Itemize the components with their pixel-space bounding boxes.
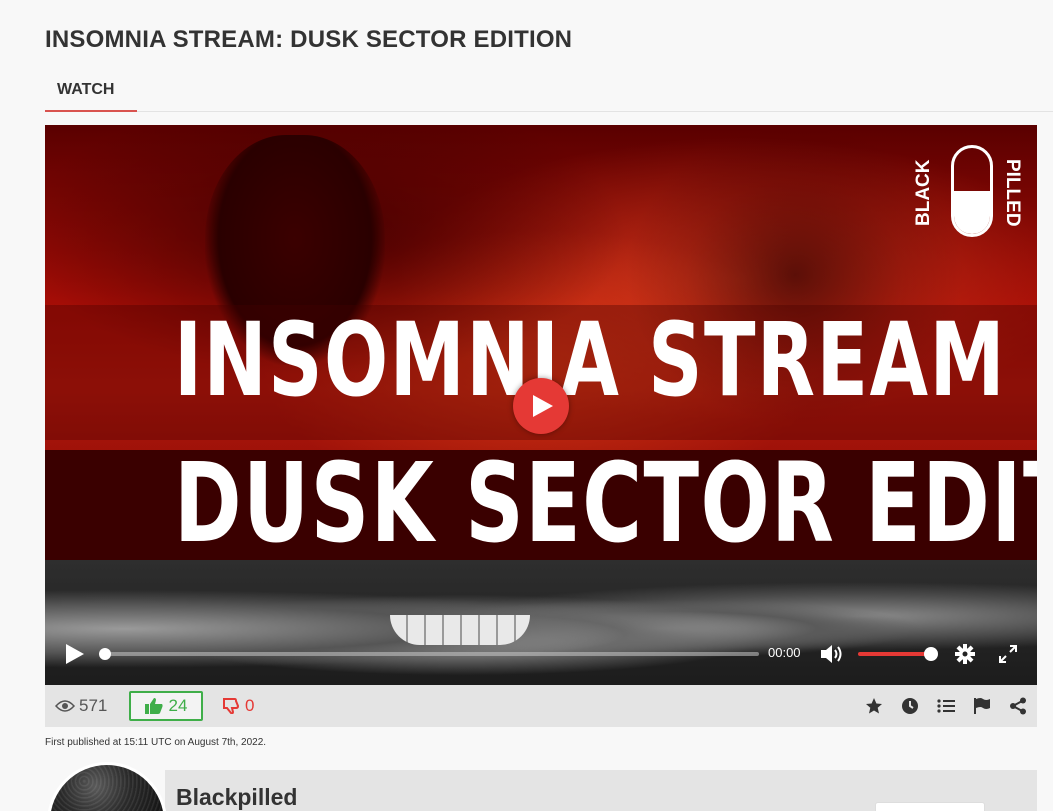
player-controls: 00:00 — [45, 630, 1037, 678]
fullscreen-button[interactable] — [995, 641, 1021, 667]
view-count-value: 571 — [79, 696, 108, 715]
view-count: 571 — [55, 696, 107, 716]
playlist-button[interactable] — [935, 696, 957, 716]
settings-button[interactable] — [952, 641, 978, 667]
favorite-button[interactable] — [863, 696, 885, 716]
gear-icon — [955, 644, 975, 664]
published-date: First published at 15:11 UTC on August 7… — [45, 737, 267, 748]
flag-icon — [974, 698, 990, 714]
like-count: 24 — [168, 696, 188, 715]
share-icon — [1010, 697, 1026, 715]
volume-icon — [821, 645, 842, 663]
dislike-count: 0 — [245, 696, 255, 715]
report-button[interactable] — [971, 696, 993, 716]
tab-bar: WATCH — [45, 78, 1053, 112]
eye-icon — [55, 700, 75, 712]
dislike-button[interactable]: 0 — [223, 696, 254, 716]
list-icon — [937, 699, 955, 713]
share-button[interactable] — [1007, 696, 1029, 716]
thumbs-down-icon — [223, 698, 239, 714]
like-button[interactable]: 24 — [129, 691, 203, 721]
thumbnail-title-line2: DUSK SECTOR EDITION — [173, 439, 1037, 567]
play-icon — [533, 395, 553, 417]
volume-slider[interactable] — [858, 647, 938, 661]
blackpilled-logo: BLACK PILLED — [913, 143, 1023, 243]
big-play-button[interactable] — [513, 378, 569, 434]
video-stats-bar: 571 24 0 — [45, 685, 1037, 727]
video-actions — [863, 696, 1029, 716]
progress-knob[interactable] — [99, 648, 111, 660]
channel-avatar[interactable] — [47, 762, 167, 811]
subscribe-button[interactable] — [875, 802, 985, 811]
play-button[interactable] — [63, 642, 87, 666]
fullscreen-icon — [999, 645, 1017, 663]
page-title: INSOMNIA STREAM: DUSK SECTOR EDITION — [45, 26, 573, 53]
channel-info: Blackpilled — [45, 760, 1037, 811]
tab-watch[interactable]: WATCH — [45, 78, 137, 112]
watch-later-button[interactable] — [899, 696, 921, 716]
mute-button[interactable] — [820, 641, 846, 667]
play-icon — [66, 644, 84, 664]
pill-icon — [951, 145, 993, 237]
video-player[interactable]: INSOMNIA STREAM DUSK SECTOR EDITION BLAC… — [45, 125, 1037, 685]
logo-text-left: BLACK — [913, 159, 934, 227]
progress-bar[interactable] — [99, 648, 759, 660]
star-icon — [866, 698, 882, 714]
volume-knob[interactable] — [924, 647, 938, 661]
logo-text-right: PILLED — [1002, 159, 1023, 227]
thumbs-up-icon — [144, 698, 163, 714]
time-display: 00:00 — [768, 645, 801, 660]
channel-name[interactable]: Blackpilled — [176, 784, 297, 811]
clock-icon — [902, 698, 918, 714]
page: INSOMNIA STREAM: DUSK SECTOR EDITION WAT… — [0, 0, 1053, 811]
